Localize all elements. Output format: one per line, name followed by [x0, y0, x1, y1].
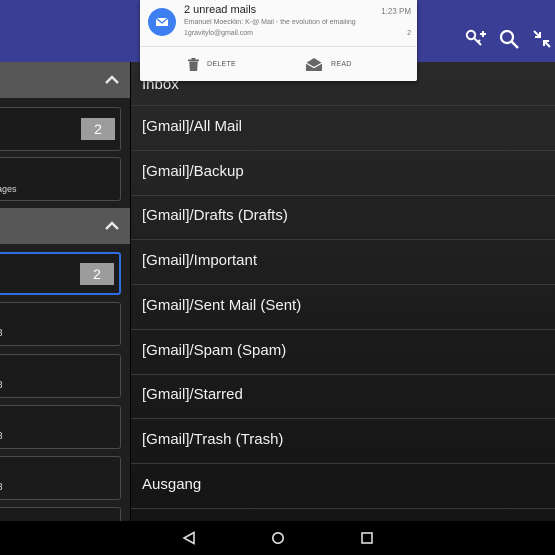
folder-label: [Gmail]/Sent Mail (Sent) [142, 297, 302, 314]
unread-badge: 2 [80, 263, 114, 285]
key-add-icon[interactable] [464, 27, 488, 51]
folder-row[interactable]: [Gmail]/Backup [131, 152, 555, 196]
chevron-up-icon[interactable] [102, 216, 122, 236]
account-card[interactable]: 8 [0, 302, 121, 346]
notification-count: 2 [407, 30, 411, 37]
delete-button[interactable]: DELETE [188, 53, 236, 75]
account-count: 8 [0, 431, 3, 442]
unread-badge: 2 [81, 118, 115, 140]
folder-row[interactable]: [Gmail]/All Mail [131, 107, 555, 151]
accounts-section-header[interactable] [0, 62, 130, 98]
notification-time: 1:23 PM [381, 7, 411, 16]
notification-account: 1gravitylo@gmail.com [184, 30, 253, 37]
mail-notification[interactable]: 2 unread mails 1:23 PM Emanuel Moecklin:… [140, 0, 417, 81]
account-subtitle: ages [0, 184, 17, 194]
account-card[interactable] [0, 507, 121, 521]
folder-list: Inbox [Gmail]/All Mail [Gmail]/Backup [G… [131, 62, 555, 521]
open-envelope-icon [305, 58, 323, 71]
account-card-selected[interactable]: 2 [0, 252, 121, 295]
folders-section-header[interactable] [0, 208, 130, 244]
back-icon[interactable] [179, 528, 199, 548]
notification-title: 2 unread mails [184, 4, 257, 16]
notification-divider [140, 46, 417, 47]
recents-icon[interactable] [357, 528, 377, 548]
chevron-up-icon[interactable] [102, 70, 122, 90]
system-nav-bar [0, 521, 555, 555]
screen: 2 ages 2 8 8 8 8 Inbox [0, 0, 555, 555]
account-count: 8 [0, 328, 3, 339]
search-icon[interactable] [497, 27, 521, 51]
folder-row[interactable]: [Gmail]/Important [131, 241, 555, 285]
trash-icon [188, 57, 199, 71]
read-button[interactable]: READ [305, 53, 352, 75]
account-card[interactable]: 8 [0, 354, 121, 398]
home-icon[interactable] [268, 528, 288, 548]
accounts-pane: 2 ages 2 8 8 8 8 [0, 62, 130, 521]
account-card[interactable]: 8 [0, 405, 121, 449]
folder-label: [Gmail]/Drafts (Drafts) [142, 207, 288, 224]
folder-row[interactable]: [Gmail]/Trash (Trash) [131, 420, 555, 464]
account-card[interactable]: 2 [0, 107, 121, 151]
folder-row[interactable]: [Gmail]/Drafts (Drafts) [131, 196, 555, 240]
folder-label: Ausgang [142, 476, 202, 493]
collapse-icon[interactable] [530, 27, 554, 51]
account-count: 8 [0, 482, 3, 493]
folder-label: [Gmail]/Spam (Spam) [142, 342, 287, 359]
read-label: READ [331, 60, 352, 68]
folder-label: [Gmail]/All Mail [142, 118, 243, 135]
folder-label: [Gmail]/Starred [142, 386, 243, 403]
folder-label: [Gmail]/Backup [142, 163, 244, 180]
folder-row[interactable]: [Gmail]/Sent Mail (Sent) [131, 286, 555, 330]
account-card[interactable]: 8 [0, 456, 121, 500]
folder-label: [Gmail]/Trash (Trash) [142, 431, 284, 448]
folder-row[interactable]: Ausgang [131, 465, 555, 509]
folder-row[interactable]: [Gmail]/Spam (Spam) [131, 331, 555, 375]
account-count: 8 [0, 380, 3, 391]
delete-label: DELETE [207, 60, 237, 68]
folder-row[interactable]: [Gmail]/Starred [131, 375, 555, 419]
account-card[interactable]: ages [0, 157, 121, 201]
folder-label: [Gmail]/Important [142, 252, 258, 269]
mail-app-icon [148, 8, 176, 36]
notification-sender-subject: Emanuel Moecklin: K-@ Mail - the evoluti… [184, 19, 356, 26]
